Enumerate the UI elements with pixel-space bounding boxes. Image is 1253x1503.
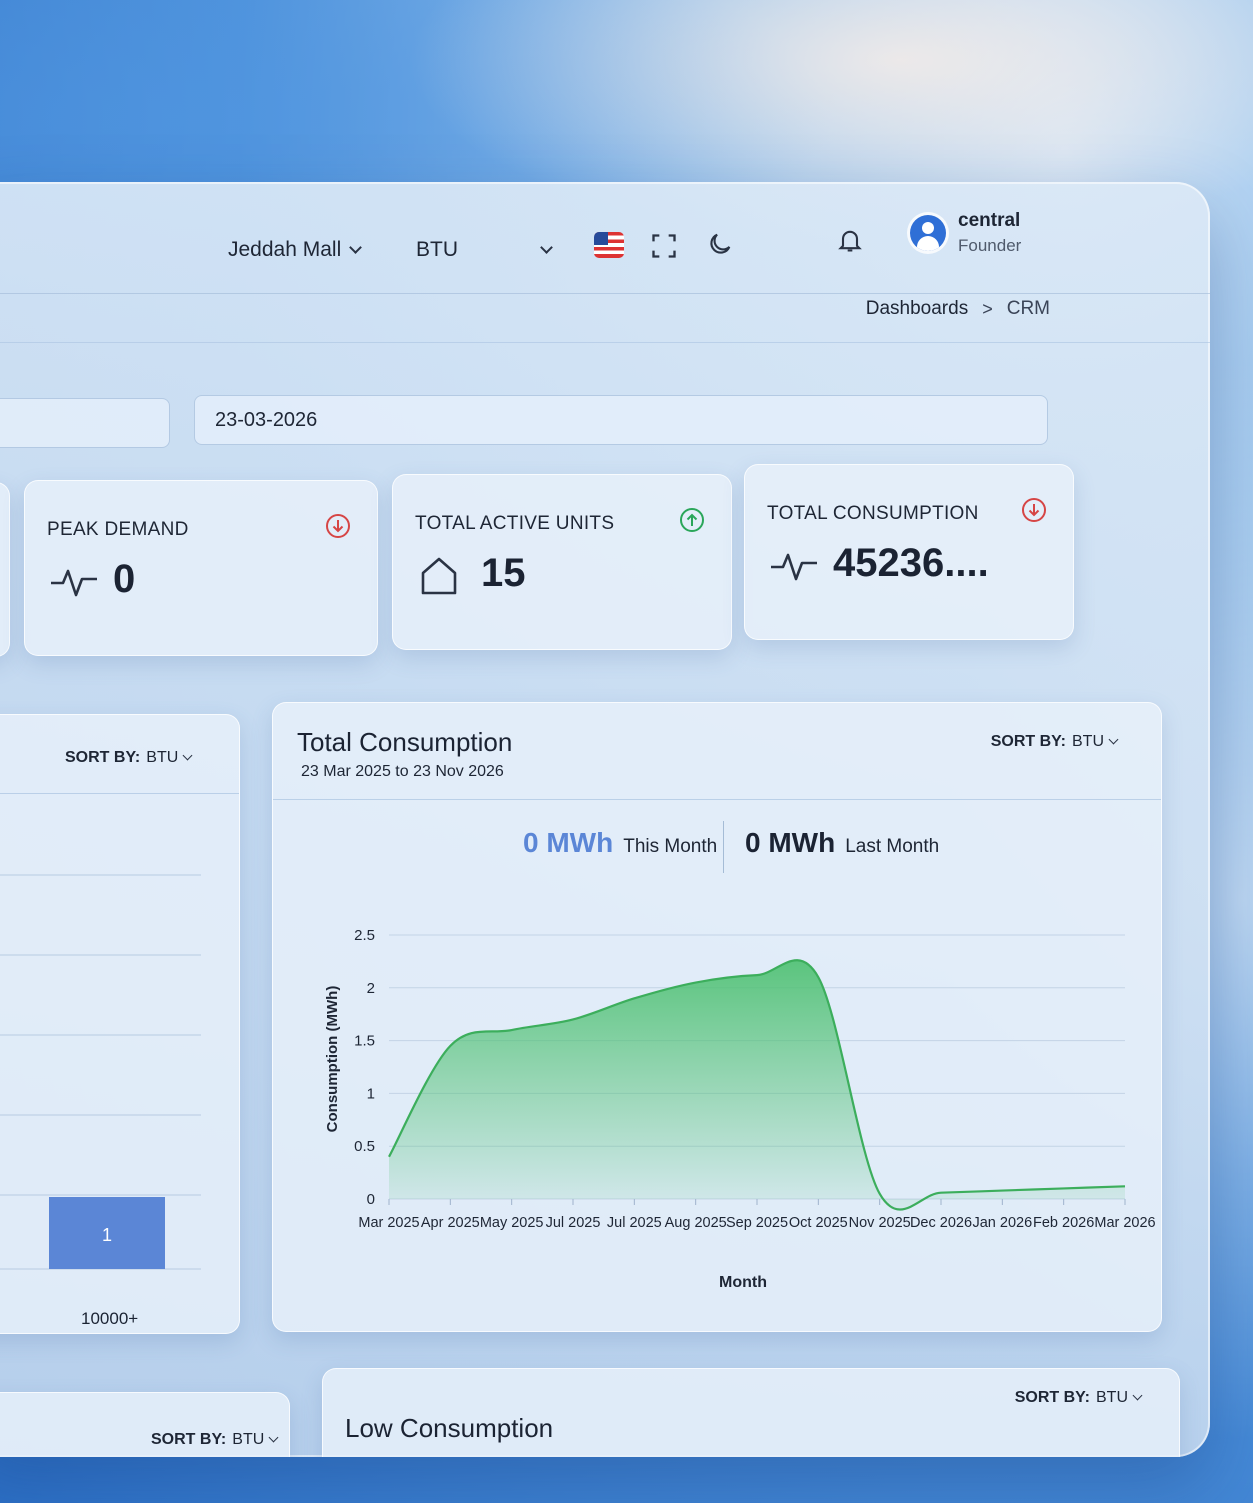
stat-title: PEAK DEMAND xyxy=(47,519,189,540)
last-month-summary: 0 MWh Last Month xyxy=(745,827,939,859)
arrow-down-circle-icon xyxy=(326,514,350,538)
left-bar-chart: 1 xyxy=(0,874,201,1270)
y-tick-label: 1 xyxy=(367,1085,375,1102)
chevron-down-icon xyxy=(1108,734,1119,745)
x-tick-label: Sep 2025 xyxy=(726,1215,788,1231)
bell-icon[interactable] xyxy=(836,226,864,254)
y-tick-label: 1.5 xyxy=(354,1033,375,1050)
chevron-down-icon xyxy=(182,750,193,761)
date-value: 23-03-2026 xyxy=(215,408,318,431)
x-tick-label: Jul 2025 xyxy=(607,1215,662,1231)
x-tick-label: Oct 2025 xyxy=(789,1215,848,1231)
stat-card-total-active-units: TOTAL ACTIVE UNITS 15 xyxy=(392,474,732,650)
x-tick-label: Jan 2026 xyxy=(972,1215,1032,1231)
x-tick-label: Apr 2025 xyxy=(421,1215,480,1231)
unit-selector[interactable]: BTU xyxy=(416,238,553,262)
x-tick-label: Mar 2025 xyxy=(358,1215,419,1231)
sort-by-label: SORT BY: xyxy=(151,1431,227,1448)
last-month-value: 0 MWh xyxy=(745,827,836,858)
x-tick-label: Mar 2026 xyxy=(1094,1215,1155,1231)
total-consumption-panel: Total Consumption 23 Mar 2025 to 23 Nov … xyxy=(272,702,1162,1332)
divider xyxy=(0,793,239,794)
arrow-down-circle-icon xyxy=(1022,498,1046,522)
divider xyxy=(273,799,1161,800)
sort-by-value: BTU xyxy=(146,749,179,766)
divider xyxy=(0,342,1210,348)
x-axis-label: Month xyxy=(719,1274,767,1291)
sort-by-dropdown[interactable]: SORT BY: BTU xyxy=(990,733,1119,751)
fullscreen-icon[interactable] xyxy=(650,232,678,260)
date-input[interactable]: 23-03-2026 xyxy=(194,395,1048,445)
sort-by-dropdown[interactable]: SORT BY: BTU xyxy=(1014,1389,1143,1407)
stat-card-partial xyxy=(0,482,10,657)
chevron-down-icon xyxy=(268,1432,279,1443)
sort-by-label: SORT BY: xyxy=(990,733,1066,750)
divider xyxy=(723,821,724,873)
filter-field[interactable] xyxy=(0,398,170,448)
site-selector-label: Jeddah Mall xyxy=(228,238,342,261)
unit-selector-label: BTU xyxy=(416,238,458,261)
y-tick-label: 2 xyxy=(367,980,375,997)
breadcrumb: Dashboards > CRM xyxy=(866,298,1050,320)
sort-by-dropdown[interactable]: SORT BY: BTU xyxy=(65,749,193,767)
consumption-area-chart: 00.511.522.5 Mar 2025 Apr 2025 May 2025 Jul… xyxy=(324,927,1156,1291)
pulse-icon xyxy=(51,569,97,597)
chevron-down-icon xyxy=(349,241,363,254)
bar-value-label: 1 xyxy=(102,1225,112,1245)
user-role: Founder xyxy=(958,236,1022,255)
sort-by-value: BTU xyxy=(1072,733,1104,750)
sort-by-label: SORT BY: xyxy=(1014,1389,1090,1406)
series-area xyxy=(389,960,1125,1210)
x-tick-label: May 2025 xyxy=(480,1215,544,1231)
this-month-label: This Month xyxy=(623,836,718,857)
bar-category-label: 10000+ xyxy=(81,1309,139,1328)
stat-title: TOTAL ACTIVE UNITS xyxy=(415,513,615,534)
user-name: central xyxy=(958,210,1021,231)
y-tick-label: 0.5 xyxy=(354,1138,375,1155)
chart-title: Total Consumption xyxy=(297,727,513,757)
stat-value: 15 xyxy=(481,551,526,595)
y-tick-label: 2.5 xyxy=(354,927,375,944)
moon-icon[interactable] xyxy=(706,230,734,258)
home-icon xyxy=(421,557,457,595)
low-consumption-panel: Low Consumption SORT BY: BTU xyxy=(322,1368,1180,1457)
chart-subtitle: 23 Mar 2025 to 23 Nov 2026 xyxy=(301,763,504,780)
stat-card-peak-demand: PEAK DEMAND 0 xyxy=(24,480,378,656)
x-tick-label: Aug 2025 xyxy=(665,1215,727,1231)
y-axis-label: Consumption (MWh) xyxy=(324,986,341,1133)
sort-by-label: SORT BY: xyxy=(65,749,141,766)
bottom-left-panel: SORT BY: BTU xyxy=(0,1392,290,1457)
stat-card-total-consumption: TOTAL CONSUMPTION 45236.... xyxy=(744,464,1074,640)
x-tick-label: Jul 2025 xyxy=(546,1215,601,1231)
x-tick-label: Dec 2026 xyxy=(910,1215,972,1231)
last-month-label: Last Month xyxy=(845,836,940,857)
stat-value: 0 xyxy=(113,557,136,601)
arrow-up-circle-icon xyxy=(680,508,704,532)
app-window: Jeddah Mall BTU central Founder Dashboar… xyxy=(0,182,1210,1457)
y-tick-label: 0 xyxy=(367,1191,375,1208)
user-menu[interactable]: central Founder xyxy=(910,210,1021,256)
this-month-summary: 0 MWh This Month xyxy=(523,827,717,859)
breadcrumb-separator: > xyxy=(982,298,993,319)
us-flag-icon[interactable] xyxy=(594,232,624,258)
x-tick-label: Nov 2025 xyxy=(849,1215,911,1231)
stat-title: TOTAL CONSUMPTION xyxy=(767,503,979,524)
sort-by-value: BTU xyxy=(232,1431,265,1448)
sort-by-value: BTU xyxy=(1096,1389,1128,1406)
this-month-value: 0 MWh xyxy=(523,827,614,858)
top-bar: Jeddah Mall BTU central Founder xyxy=(0,182,1210,294)
pulse-icon xyxy=(771,553,817,581)
panel-title: Low Consumption xyxy=(345,1413,554,1443)
chevron-down-icon xyxy=(1132,1390,1143,1401)
sort-by-dropdown[interactable]: SORT BY: BTU xyxy=(151,1431,279,1449)
left-chart-panel: SORT BY: BTU 1 10000+ xyxy=(0,714,240,1334)
breadcrumb-dashboards[interactable]: Dashboards xyxy=(866,298,968,320)
breadcrumb-crm: CRM xyxy=(1006,298,1050,319)
avatar xyxy=(910,215,946,251)
x-tick-label: Feb 2026 xyxy=(1033,1215,1094,1231)
chevron-down-icon xyxy=(540,241,553,254)
site-selector[interactable]: Jeddah Mall xyxy=(228,238,363,262)
stat-value: 45236.... xyxy=(833,541,989,585)
